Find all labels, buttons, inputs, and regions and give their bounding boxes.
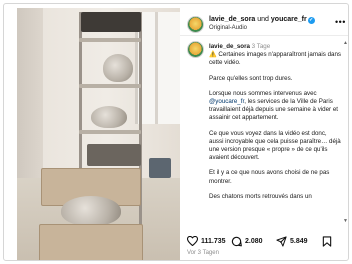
author-avatar[interactable] (187, 16, 204, 33)
video-window-frame (155, 12, 158, 124)
caption-paragraph: Parce qu'elles sont trop dures. (209, 74, 293, 82)
caption-line-3: Lorsque nous sommes intervenus avec (209, 89, 317, 97)
share-count: 5.849 (290, 237, 308, 245)
scroll-down-icon[interactable]: ▼ (343, 218, 348, 224)
cat-tree-shelf (79, 130, 141, 134)
cat-image (61, 196, 121, 226)
caption-text: lavie_de_sora 3 Tage ⚠️ Certaines images… (209, 43, 341, 208)
caption-paragraph: lavie_de_sora 3 Tage ⚠️ Certaines images… (209, 43, 341, 68)
video-player[interactable] (17, 8, 180, 260)
caption-time: 3 Tage (251, 43, 271, 50)
header-divider (180, 35, 348, 36)
cat-image (103, 54, 133, 82)
action-bar: 111.735 2.080 5.849 (187, 235, 347, 247)
comment-icon (231, 236, 242, 246)
verified-badge-icon: ✓ (307, 17, 315, 24)
cat-tree-top (81, 12, 141, 32)
like-button[interactable]: 111.735 (187, 235, 226, 247)
cat-basket (87, 144, 141, 166)
author-joiner: und (257, 16, 269, 23)
share-button[interactable]: 5.849 (276, 235, 308, 247)
author-line: lavie_de_sora und youcare_fr ✓ (209, 16, 315, 24)
cat-tree-shelf (79, 84, 141, 88)
post-container: lavie_de_sora und youcare_fr ✓ Original-A… (3, 3, 349, 261)
comment-button[interactable]: 2.080 (231, 235, 263, 247)
cat-tree-base (39, 224, 143, 260)
caption-paragraph: Des chatons morts retrouvés dans un (209, 192, 312, 200)
bookmark-icon (322, 235, 332, 247)
audio-label[interactable]: Original-Audio (209, 25, 247, 31)
caption-paragraph: Lorsque nous sommes intervenus avec @you… (209, 90, 341, 123)
share-icon (276, 235, 287, 247)
coauthor-username[interactable]: youcare_fr (271, 16, 307, 23)
save-button[interactable] (322, 235, 335, 247)
more-options-icon[interactable]: ••• (335, 17, 346, 27)
caption-line-1: ⚠️ Certaines images n'apparaîtront jamai… (209, 51, 341, 67)
mention-link[interactable]: @youcare_fr (209, 98, 244, 105)
comment-count: 2.080 (245, 237, 263, 245)
caption-paragraph: Et il y a ce que nous avons choisi de ne… (209, 169, 330, 185)
cat-tree-shelf (79, 38, 141, 42)
caption: lavie_de_sora 3 Tage ⚠️ Certaines images… (187, 41, 341, 222)
cat-image (91, 106, 127, 128)
author-username[interactable]: lavie_de_sora (209, 16, 255, 23)
video-object (149, 158, 171, 178)
caption-paragraph: Ce que vous voyez dans la vidéo est donc… (209, 129, 341, 162)
like-count: 111.735 (201, 237, 226, 245)
heart-icon (187, 236, 198, 246)
scroll-up-icon[interactable]: ▲ (343, 40, 348, 46)
post-timestamp[interactable]: Vor 3 Tagen (187, 250, 219, 256)
caption-author-avatar[interactable] (187, 41, 204, 58)
post-header: lavie_de_sora und youcare_fr ✓ Original-A… (187, 13, 347, 35)
caption-username[interactable]: lavie_de_sora (209, 43, 250, 50)
caption-scrollbar[interactable]: ▲ ▼ (343, 40, 348, 230)
